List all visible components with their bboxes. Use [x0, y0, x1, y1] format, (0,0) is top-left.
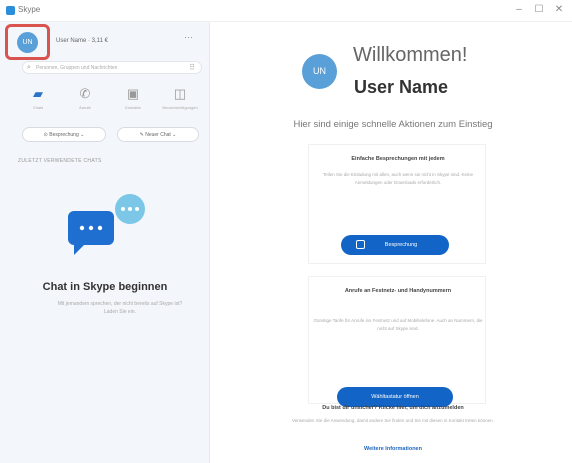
search-input[interactable]: ⌕ Personen, Gruppen und Nachrichten ⠿	[22, 61, 202, 74]
nav-contacts-label: Kontakte	[125, 105, 141, 110]
minimize-button[interactable]: –	[510, 3, 528, 17]
welcome-heading: Willkommen!	[353, 44, 468, 66]
meet-now-label: Besprechung	[49, 132, 79, 138]
bell-icon: ◫	[173, 86, 187, 101]
meet-card-body: Teilen Sie die Einladung mit allen, auch…	[322, 172, 474, 185]
calls-card-title: Anrufe an Festnetz- und Handynummern	[344, 288, 452, 294]
meet-card: Einfache Besprechungen mit jedem Teilen …	[308, 144, 486, 264]
title-bar: Skype – ☐ ✕	[0, 0, 572, 22]
open-dialpad-button[interactable]: Wähltastatur öffnen	[337, 387, 453, 407]
meet-now-card-button[interactable]: Besprechung	[341, 235, 449, 255]
meet-card-title: Einfache Besprechungen mit jedem	[351, 156, 445, 162]
phone-icon: ✆	[79, 86, 91, 101]
chevron-down-icon: ⌄	[78, 132, 85, 138]
search-icon: ⌕	[27, 64, 31, 71]
dialpad-icon[interactable]: ⠿	[189, 63, 195, 72]
empty-chat-subtitle: Mit jemandem sprechen, der nicht bereits…	[57, 301, 183, 315]
calendar-icon	[356, 240, 365, 249]
help-question: Du bist dir unsicher? Klicke hier, um di…	[322, 405, 464, 411]
empty-chat-title: Chat in Skype beginnen	[42, 281, 168, 293]
avatar[interactable]: UN	[17, 32, 38, 53]
nav-chats[interactable]: ▰ Chats	[20, 86, 56, 110]
profile-name[interactable]: User Name · 3,11 €	[56, 38, 108, 44]
nav-calls-label: Anrufe	[79, 105, 91, 110]
calls-card: Anrufe an Festnetz- und Handynummern Gün…	[308, 276, 486, 407]
main-avatar: UN	[302, 54, 337, 89]
skype-logo-icon	[6, 6, 15, 15]
nav-notifications-label: Benachrichtigungen	[162, 105, 198, 110]
recent-chats-label: ZULETZT VERWENDETE CHATS	[18, 158, 102, 164]
chat-icon: ▰	[33, 86, 43, 101]
chat-bubbles-illustration	[68, 194, 145, 255]
chevron-down-icon: ⌄	[170, 132, 177, 138]
intro-text: Hier sind einige schnelle Aktionen zum E…	[293, 119, 493, 130]
new-chat-button[interactable]: ✎ Neuer Chat ⌄	[117, 127, 199, 142]
meet-now-button[interactable]: ⊙ Besprechung ⌄	[22, 127, 106, 142]
profile-avatar-highlight[interactable]: UN	[5, 24, 50, 60]
more-info-link[interactable]: Weitere Informationen	[214, 446, 572, 452]
contacts-icon: ▣	[126, 86, 140, 101]
nav-chats-label: Chats	[32, 105, 44, 110]
nav-calls[interactable]: ✆ Anrufe	[67, 86, 103, 110]
more-options-button[interactable]: ···	[184, 32, 193, 42]
close-button[interactable]: ✕	[550, 3, 568, 17]
help-subtitle: Verwenden Sie die Anwendung, damit ander…	[292, 418, 494, 423]
new-chat-label: Neuer Chat	[145, 132, 171, 138]
nav-contacts[interactable]: ▣ Kontakte	[115, 86, 151, 110]
user-name: User Name	[354, 77, 449, 97]
calls-card-body: Günstige Tarife für Anrufe ins Festnetz …	[313, 318, 483, 331]
chat-bubble-illustration-icon	[68, 194, 145, 255]
nav-notifications[interactable]: ◫ Benachrichtigungen	[162, 86, 198, 110]
maximize-button[interactable]: ☐	[530, 3, 548, 17]
search-placeholder: Personen, Gruppen und Nachrichten	[36, 65, 118, 71]
meet-now-card-label: Besprechung	[384, 242, 418, 248]
window-title: Skype	[18, 5, 41, 14]
